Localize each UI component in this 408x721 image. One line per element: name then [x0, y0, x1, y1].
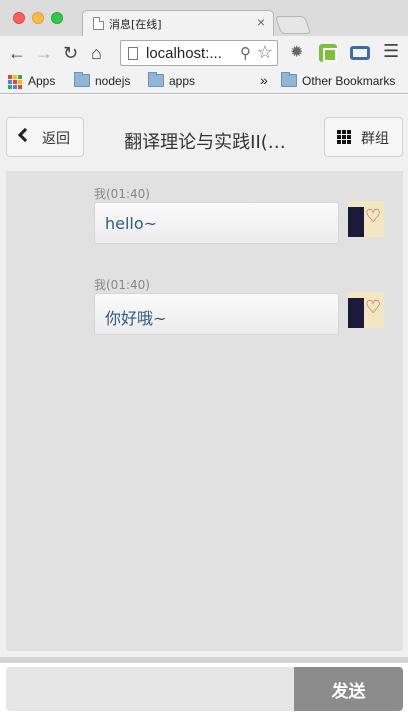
bookmarks-bar: Apps nodejs apps » Other Bookmarks	[0, 70, 408, 94]
page-icon	[93, 17, 104, 30]
zoom-icon[interactable]: ⚲	[240, 44, 251, 62]
bookmarks-overflow-button[interactable]: »	[260, 72, 268, 88]
avatar-figure	[348, 298, 364, 328]
bookmark-other-bookmarks[interactable]: Other Bookmarks	[302, 74, 395, 88]
heart-icon: ♡	[365, 206, 382, 226]
folder-icon	[281, 72, 297, 87]
star-icon[interactable]: ☆	[257, 42, 273, 63]
window-maximize-button[interactable]	[51, 12, 63, 24]
browser-tab[interactable]: 消息[在线] ×	[82, 10, 274, 36]
print-extension-icon[interactable]	[350, 46, 370, 60]
bookmark-apps-folder[interactable]: apps	[169, 74, 195, 88]
address-bar[interactable]: localhost:... ⚲ ☆	[120, 40, 278, 66]
message-meta: 我(01:40)	[94, 187, 150, 201]
chevron-left-icon	[17, 127, 33, 143]
avatar[interactable]: ♡	[348, 292, 384, 328]
bug-extension-icon[interactable]: ✹	[290, 42, 308, 61]
message-bubble: hello~	[94, 202, 339, 244]
grid-icon	[337, 130, 351, 144]
bookmark-apps[interactable]: Apps	[28, 74, 55, 88]
page-icon	[128, 47, 138, 60]
tab-title: 消息[在线]	[109, 18, 162, 31]
message-composer: 发送	[0, 663, 408, 721]
heart-icon: ♡	[365, 297, 382, 317]
window-minimize-button[interactable]	[32, 12, 44, 24]
bookmark-nodejs[interactable]: nodejs	[95, 74, 130, 88]
message-item: 我(01:40) hello~ ♡	[6, 185, 403, 265]
send-button[interactable]: 发送	[294, 667, 403, 711]
avatar[interactable]: ♡	[348, 201, 384, 237]
new-tab-button[interactable]	[274, 16, 312, 34]
message-input[interactable]	[6, 667, 296, 711]
home-icon[interactable]: ⌂	[91, 43, 102, 63]
tab-close-icon[interactable]: ×	[257, 14, 265, 30]
message-list: 我(01:40) hello~ ♡ 我(01:40) 你好哦~ ♡	[6, 171, 403, 651]
window-close-button[interactable]	[13, 12, 25, 24]
message-item: 我(01:40) 你好哦~ ♡	[6, 276, 403, 356]
browser-toolbar: ← → ↻ ⌂ localhost:... ⚲ ☆ ✹ ☰	[0, 36, 408, 70]
folder-icon	[148, 72, 164, 87]
green-extension-icon[interactable]	[319, 44, 337, 62]
group-button[interactable]: 群组	[324, 117, 403, 157]
browser-tabstrip: 消息[在线] ×	[0, 0, 408, 36]
apps-grid-icon	[8, 75, 22, 89]
back-arrow-icon[interactable]: ←	[8, 43, 26, 63]
hamburger-menu-icon[interactable]: ☰	[383, 41, 401, 61]
back-button-label: 返回	[42, 131, 70, 147]
message-bubble: 你好哦~	[94, 293, 339, 335]
back-button[interactable]: 返回	[6, 117, 84, 157]
page-title: 翻译理论与实践II(…	[124, 132, 286, 153]
folder-icon	[74, 72, 90, 87]
avatar-figure	[348, 207, 364, 237]
forward-arrow-icon[interactable]: →	[35, 43, 53, 63]
message-meta: 我(01:40)	[94, 278, 150, 292]
chat-page: 返回 翻译理论与实践II(… 群组 我(01:40) hello~ ♡ 我(01…	[0, 95, 408, 721]
reload-icon[interactable]: ↻	[63, 43, 78, 63]
url-text[interactable]: localhost:...	[146, 45, 222, 62]
group-button-label: 群组	[361, 131, 389, 147]
page-header: 返回 翻译理论与实践II(… 群组	[0, 95, 408, 171]
